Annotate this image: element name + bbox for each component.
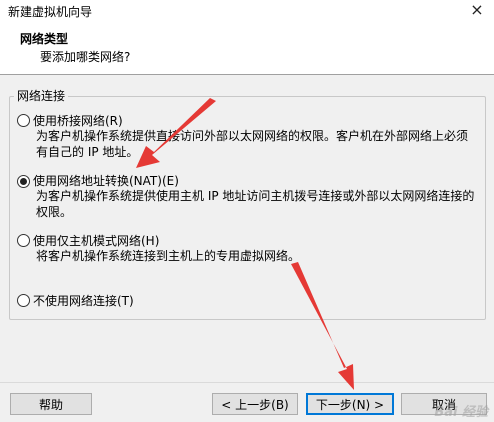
red-arrows bbox=[136, 98, 354, 390]
arrow-to-next-button bbox=[291, 262, 354, 390]
annotation-arrows bbox=[136, 98, 354, 390]
arrow-to-nat bbox=[136, 98, 216, 168]
watermark-logo: Bai 经验 bbox=[434, 405, 488, 420]
